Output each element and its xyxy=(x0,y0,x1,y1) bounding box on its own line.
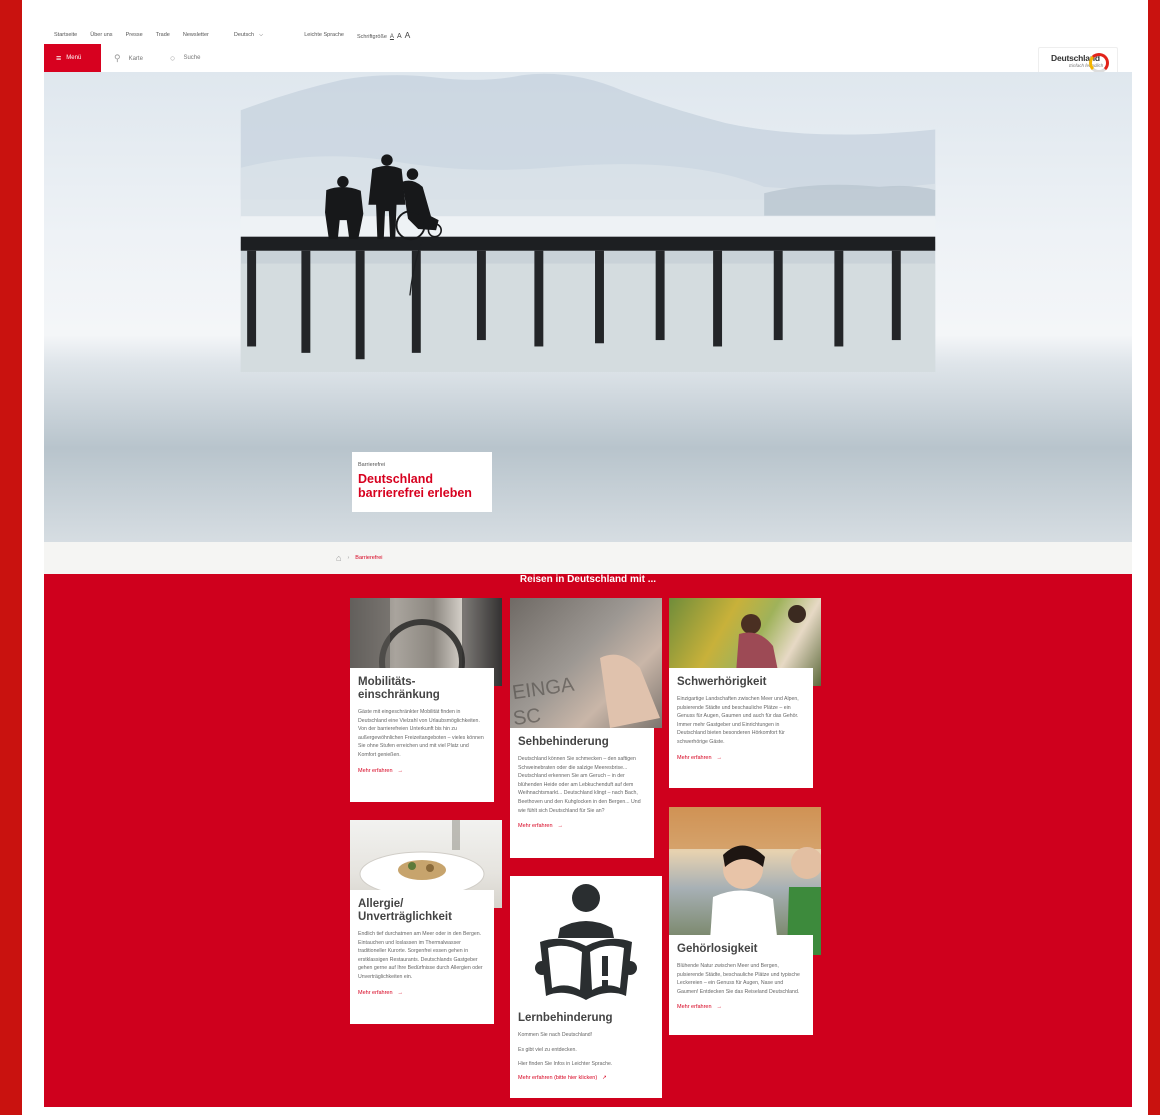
vision-image: EINGA SC xyxy=(510,598,662,728)
search-label: Suche xyxy=(183,55,201,61)
deaf-more-link[interactable]: Mehr erfahren → xyxy=(677,1004,805,1010)
menu-button[interactable]: ≡ Menü xyxy=(44,44,101,72)
vision-text: Deutschland können Sie schmecken – den s… xyxy=(518,756,641,814)
utility-link-trade[interactable]: Trade xyxy=(156,32,170,38)
card-allergy[interactable]: Allergie/Unverträglichkeit Endlich tief … xyxy=(350,820,502,1024)
learning-image xyxy=(510,876,662,1006)
home-icon[interactable]: ⌂ xyxy=(336,553,341,563)
font-size-medium[interactable]: A xyxy=(397,33,402,40)
hero-title: Deutschland barrierefrei erleben xyxy=(358,472,486,500)
reader-book-icon xyxy=(535,884,637,1000)
font-size-label: Schriftgröße xyxy=(356,34,387,40)
menu-label: Menü xyxy=(66,55,82,61)
deaf-more-label: Mehr erfahren xyxy=(677,1004,712,1011)
chevron-down-icon: ⌵ xyxy=(259,31,264,38)
section-title: Reisen in Deutschland mit ... xyxy=(519,574,657,585)
map-pin-icon: ⚲ xyxy=(114,53,121,63)
mobility-more-label: Mehr erfahren xyxy=(358,767,393,774)
mobility-text: Gäste mit eingeschränkter Mobilität find… xyxy=(358,709,484,758)
learning-more-link[interactable]: Mehr erfahren (bitte hier klicken) ↗ xyxy=(518,1075,646,1081)
svg-text:EINGA: EINGA xyxy=(511,674,576,705)
map-link[interactable]: ⚲ Karte xyxy=(114,53,143,64)
card-vision[interactable]: EINGA SC Sehbehinderung Deutschland könn… xyxy=(510,598,662,858)
easy-language-link[interactable]: Leichte Sprache xyxy=(304,32,344,38)
breadcrumb: ⌂ › Barrierefrei xyxy=(44,542,1132,574)
utility-link-press[interactable]: Presse xyxy=(126,32,143,38)
learning-line1: Kommen Sie nach Deutschland! xyxy=(518,1032,593,1038)
mobility-title-line1: Mobilitäts- xyxy=(358,676,416,688)
allergy-text: Endlich tief durchatmen am Meer oder in … xyxy=(358,931,483,980)
vision-body: Sehbehinderung Deutschland können Sie sc… xyxy=(510,728,654,858)
arrow-right-icon: → xyxy=(397,767,404,774)
allergy-title-line1: Allergie/ xyxy=(358,898,404,910)
travel-section: Reisen in Deutschland mit ... Mobilitäts… xyxy=(44,574,1132,1107)
allergy-more-label: Mehr erfahren xyxy=(358,989,393,996)
deaf-title: Gehörlosigkeit xyxy=(677,943,758,955)
allergy-title-line2: Unverträglichkeit xyxy=(358,911,452,923)
mobility-more-link[interactable]: Mehr erfahren → xyxy=(358,768,486,774)
deaf-image xyxy=(669,807,821,955)
card-hearing[interactable]: Schwerhörigkeit Einzigartige Landschafte… xyxy=(669,598,821,788)
map-label: Karte xyxy=(128,55,143,62)
mobility-body: Mobilitäts-einschränkung Gäste mit einge… xyxy=(350,668,494,802)
language-select[interactable]: Deutsch ⌵ xyxy=(234,32,276,39)
font-size-control: Schriftgröße A A A xyxy=(357,30,410,40)
card-learning[interactable]: Lernbehinderung Kommen Sie nach Deutschl… xyxy=(510,876,662,1098)
vision-title: Sehbehinderung xyxy=(518,736,609,748)
learning-title: Lernbehinderung xyxy=(518,1012,613,1024)
page-frame: Startseite Über uns Presse Trade Newslet… xyxy=(22,0,1148,1115)
hero-kicker: Barrierefrei xyxy=(358,462,386,468)
hearing-more-link[interactable]: Mehr erfahren → xyxy=(677,755,805,761)
hero-title-line2: barrierefrei erleben xyxy=(358,486,472,500)
utility-link-about[interactable]: Über uns xyxy=(90,32,112,38)
utility-link-newsletter[interactable]: Newsletter xyxy=(183,32,209,38)
utility-bar: Startseite Über uns Presse Trade Newslet… xyxy=(22,26,1132,44)
learning-more-label: Mehr erfahren (bitte hier klicken) xyxy=(518,1074,598,1081)
arrow-up-right-icon: ↗ xyxy=(602,1074,607,1081)
card-deaf[interactable]: Gehörlosigkeit Blühende Natur zwischen M… xyxy=(669,807,821,1035)
learning-line3: Hier finden Sie Infos in Leichter Sprach… xyxy=(518,1061,613,1068)
language-label: Deutsch xyxy=(233,31,255,38)
utility-link-home[interactable]: Startseite xyxy=(54,32,77,38)
font-size-large[interactable]: A xyxy=(405,30,411,40)
hearing-more-label: Mehr erfahren xyxy=(677,754,712,761)
arrow-right-icon: → xyxy=(716,1004,723,1011)
women-signing-photo-icon xyxy=(669,807,821,955)
arrow-right-icon: → xyxy=(397,989,404,996)
mobility-title: Mobilitäts-einschränkung xyxy=(358,676,486,702)
allergy-title: Allergie/Unverträglichkeit xyxy=(358,898,486,924)
hero-banner: Barrierefrei Deutschland barrierefrei er… xyxy=(44,72,1132,542)
hearing-title: Schwerhörigkeit xyxy=(677,676,767,688)
arrow-right-icon: → xyxy=(716,754,723,761)
hero-title-line1: Deutschland xyxy=(358,472,434,486)
search-icon: ○ xyxy=(170,53,176,63)
hamburger-icon: ≡ xyxy=(56,53,62,63)
font-size-small[interactable]: A xyxy=(390,34,394,40)
learning-line2: Es gibt viel zu entdecken. xyxy=(518,1046,577,1053)
hero-image xyxy=(240,73,936,372)
card-mobility[interactable]: Mobilitäts-einschränkung Gäste mit einge… xyxy=(350,598,502,802)
breadcrumb-current[interactable]: Barrierefrei xyxy=(355,555,382,561)
main-nav: ≡ Menü ⚲ Karte ○ Suche Deutschland Einfa… xyxy=(44,44,1132,76)
search-link[interactable]: ○ Suche xyxy=(170,53,200,63)
deaf-text: Blühende Natur zwischen Meer und Bergen,… xyxy=(677,963,800,995)
hearing-text: Einzigartige Landschaften zwischen Meer … xyxy=(677,696,799,745)
arrow-right-icon: → xyxy=(557,823,564,830)
allergy-body: Allergie/Unverträglichkeit Endlich tief … xyxy=(350,890,494,1024)
vision-more-link[interactable]: Mehr erfahren → xyxy=(518,823,646,829)
vision-more-label: Mehr erfahren xyxy=(518,823,553,830)
logo-swoosh-icon xyxy=(1089,53,1109,73)
chevron-right-icon: › xyxy=(347,555,350,561)
svg-text:SC: SC xyxy=(512,704,543,728)
allergy-more-link[interactable]: Mehr erfahren → xyxy=(358,990,486,996)
learning-body: Lernbehinderung Kommen Sie nach Deutschl… xyxy=(510,1006,654,1098)
deaf-body: Gehörlosigkeit Blühende Natur zwischen M… xyxy=(669,935,813,1035)
mobility-title-line2: einschränkung xyxy=(358,689,440,701)
hearing-body: Schwerhörigkeit Einzigartige Landschafte… xyxy=(669,668,813,788)
braille-hand-photo-icon: EINGA SC xyxy=(511,654,660,728)
hero-caption: Barrierefrei Deutschland barrierefrei er… xyxy=(352,452,492,512)
